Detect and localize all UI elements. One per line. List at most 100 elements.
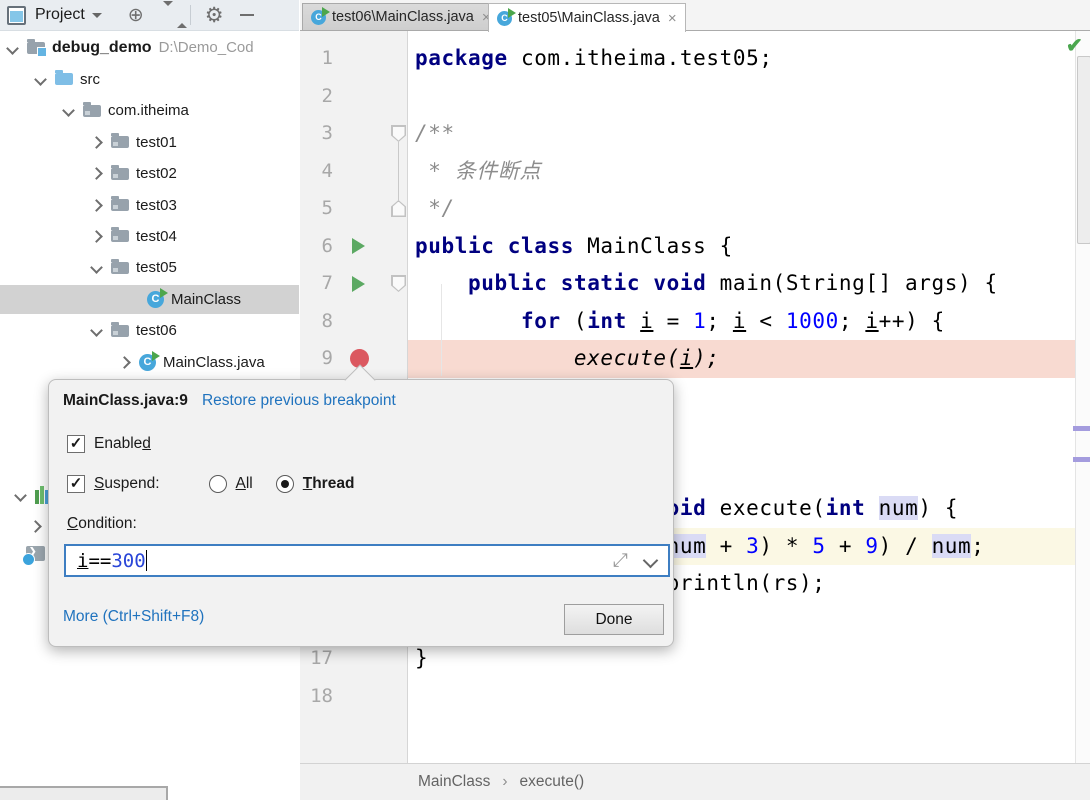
package-folder-icon [111, 227, 129, 243]
chevron-down-icon[interactable] [91, 12, 102, 18]
ide-window: Project ⊕ ⚙ debug_demo D:\Demo_Codsrc com.… [0, 0, 1090, 800]
tab-label: test06\MainClass.java [332, 9, 474, 25]
package-folder-icon [111, 196, 129, 211]
fold-connector [398, 142, 399, 201]
tab-label: test05\MainClass.java [518, 10, 660, 26]
class-icon: C [497, 7, 516, 26]
code-line: package com.itheima.test05; [415, 46, 773, 70]
tree-row-src[interactable]: src [0, 64, 100, 94]
code-line: execute(i); [573, 346, 720, 370]
package-folder-icon [111, 258, 129, 274]
chevron-down-icon[interactable] [6, 41, 19, 55]
indent-guide [441, 284, 442, 376]
line-number: 1 [321, 47, 333, 69]
scratches-icon: ❯ [22, 545, 45, 566]
fold-icon[interactable] [391, 125, 406, 142]
expand-editor-icon[interactable]: ⤢ [613, 549, 628, 571]
tree-item-label: test03 [136, 196, 177, 214]
chevron-right-icon[interactable] [90, 167, 103, 180]
tree-row-test05[interactable]: test05 [0, 253, 177, 283]
tree-row-mainclass[interactable]: C MainClass [0, 284, 241, 314]
fold-icon[interactable] [391, 275, 406, 292]
code-line: public static void main(String[] args) { [467, 271, 998, 295]
run-icon[interactable] [352, 238, 365, 254]
condition-label: Condition: [67, 515, 137, 532]
usage-stripe-mark[interactable] [1073, 426, 1090, 431]
chevron-down-icon[interactable] [62, 104, 75, 118]
scrollbar-thumb[interactable] [1077, 56, 1090, 244]
collapse-all-icon[interactable] [161, 1, 187, 28]
breadcrumb-item-method[interactable]: execute() [520, 773, 585, 791]
chevron-right-icon[interactable] [90, 230, 103, 243]
inspections-ok-icon[interactable]: ✔ [1066, 33, 1083, 58]
chevron-down-icon[interactable] [34, 73, 47, 86]
tree-row-debug-demo[interactable]: debug_demo D:\Demo_Cod [0, 33, 254, 63]
class-icon: C [311, 6, 330, 25]
dialog-title: MainClass.java:9 [63, 392, 188, 409]
fold-icon[interactable] [391, 200, 406, 217]
close-icon[interactable]: × [668, 11, 677, 26]
code-line: for (int i = 1; i < 1000; i++) { [520, 308, 945, 333]
breadcrumb-separator: › [502, 773, 508, 790]
done-button[interactable]: Done [564, 604, 664, 635]
tab-test06-mainclass[interactable]: C test06\MainClass.java × [302, 3, 500, 31]
tree-item-label: test06 [136, 322, 177, 340]
chevron-right-icon[interactable] [90, 135, 103, 149]
text-caret [145, 550, 147, 571]
enabled-label: Enabled [94, 435, 151, 452]
usage-stripe-mark[interactable] [1073, 457, 1090, 462]
chevron-right-icon[interactable] [118, 355, 131, 369]
tree-item-label: test01 [136, 133, 177, 151]
partial-popup [0, 786, 168, 800]
line-number: 9 [321, 347, 333, 369]
tree-item-label: com.itheima [108, 102, 189, 120]
suspend-thread-radio[interactable] [275, 475, 294, 493]
tree-row-test02[interactable]: test02 [0, 159, 177, 189]
tree-row-stub[interactable] [0, 511, 42, 541]
chevron-down-icon[interactable] [90, 324, 103, 337]
tool-window-icon[interactable] [7, 5, 26, 25]
line-number: 6 [321, 234, 333, 257]
tab-test05-mainclass[interactable]: C test05\MainClass.java × [488, 3, 686, 32]
gear-icon[interactable]: ⚙ [205, 5, 224, 26]
project-panel-title[interactable]: Project [35, 6, 85, 24]
tree-item-label: src [80, 70, 100, 88]
tree-item-path: D:\Demo_Cod [158, 39, 254, 56]
tree-row-test03[interactable]: test03 [0, 190, 177, 220]
condition-input[interactable]: i==300 ⤢ [64, 544, 670, 577]
breadcrumb: MainClass › execute() [300, 763, 1090, 800]
locate-icon[interactable]: ⊕ [128, 6, 144, 25]
suspend-all-radio[interactable] [208, 475, 227, 493]
more-settings-link[interactable]: More (Ctrl+Shift+F8) [63, 608, 204, 626]
tree-item-label: MainClass.java [163, 353, 265, 371]
tree-row-stub[interactable] [0, 480, 55, 510]
chevron-right-icon[interactable] [29, 519, 42, 533]
tree-row-test04[interactable]: test04 [0, 221, 177, 251]
tree-row-test01[interactable]: test01 [0, 127, 177, 157]
tree-row-test06[interactable]: test06 [0, 316, 177, 346]
line-number: 4 [321, 159, 333, 182]
tree-item-label: debug_demo D:\Demo_Cod [52, 39, 254, 56]
hide-panel-icon[interactable] [239, 14, 254, 16]
breadcrumb-item-class[interactable]: MainClass [418, 773, 490, 791]
tree-row-stub[interactable]: ❯ [0, 538, 45, 568]
line-number: 18 [310, 684, 333, 707]
chevron-right-icon[interactable] [90, 198, 103, 212]
class-icon: C [147, 287, 168, 308]
package-folder-icon [83, 101, 101, 117]
enabled-checkbox[interactable]: ✓ [67, 435, 85, 453]
tree-row-mainclass-java[interactable]: C MainClass.java [0, 347, 265, 377]
run-icon[interactable] [352, 275, 365, 292]
suspend-checkbox[interactable]: ✓ [67, 475, 85, 493]
tree-item-label: test05 [136, 259, 177, 277]
chevron-down-icon[interactable] [14, 488, 27, 502]
chevron-down-icon[interactable] [90, 261, 103, 275]
project-panel-header: Project ⊕ ⚙ [0, 0, 299, 31]
project-folder-icon [27, 39, 47, 57]
restore-breakpoint-link[interactable]: Restore previous breakpoint [202, 392, 396, 410]
line-number: 8 [321, 309, 333, 332]
line-number: 3 [321, 122, 333, 144]
chevron-down-icon[interactable] [642, 552, 659, 569]
suspend-all-label: All [235, 475, 253, 492]
tree-row-com-itheima[interactable]: com.itheima [0, 96, 189, 126]
